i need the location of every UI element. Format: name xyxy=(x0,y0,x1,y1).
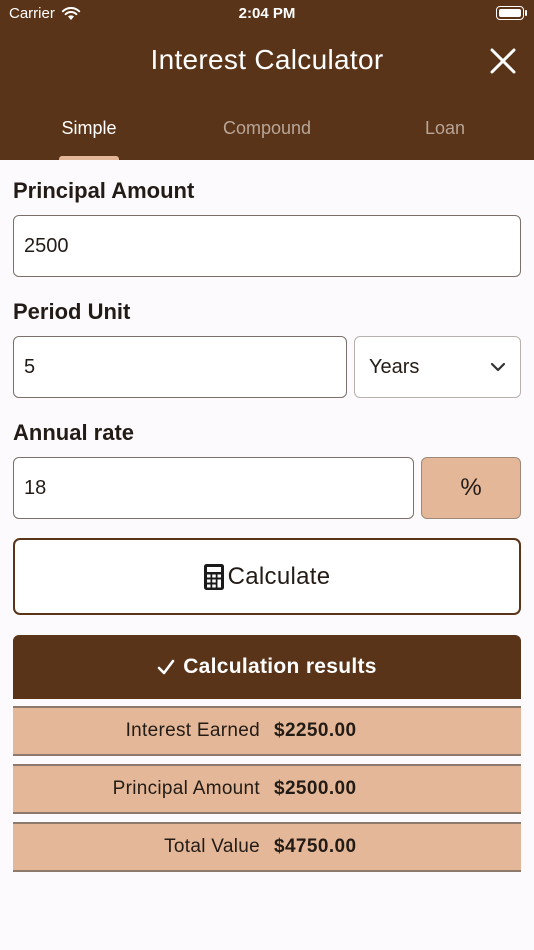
chevron-down-icon xyxy=(490,362,506,372)
page-title: Interest Calculator xyxy=(150,44,384,75)
rate-label: Annual rate xyxy=(13,420,135,445)
percent-button[interactable]: % xyxy=(421,457,521,519)
rate-input[interactable]: 18 xyxy=(13,457,414,519)
tab-loan[interactable]: Loan xyxy=(356,108,534,160)
tab-simple[interactable]: Simple xyxy=(0,108,178,160)
status-time: 2:04 PM xyxy=(238,5,296,22)
period-input[interactable]: 5 xyxy=(13,336,347,398)
period-unit-select[interactable]: Years xyxy=(354,336,521,398)
results-header: Calculation results xyxy=(13,635,521,699)
tab-bar: Simple Compound Loan xyxy=(0,108,534,160)
result-value: $4750.00 xyxy=(274,836,357,857)
calculator-icon xyxy=(203,563,224,590)
close-icon[interactable] xyxy=(488,46,518,76)
result-label: Principal Amount xyxy=(112,778,260,799)
battery-icon xyxy=(496,6,527,20)
result-value: $2250.00 xyxy=(274,720,357,741)
tab-compound[interactable]: Compound xyxy=(178,108,356,160)
results-title: Calculation results xyxy=(183,655,377,678)
period-unit-value: Years xyxy=(369,355,420,378)
result-value: $2500.00 xyxy=(274,778,357,799)
app-header: Carrier 2:04 PM Interest Calculator Simp… xyxy=(0,0,534,160)
checkmark-icon xyxy=(157,659,175,675)
calculate-label: Calculate xyxy=(227,562,331,590)
principal-label: Principal Amount xyxy=(13,178,195,203)
result-row-total: Total Value $4750.00 xyxy=(13,822,521,872)
result-row-principal: Principal Amount $2500.00 xyxy=(13,764,521,814)
status-bar: Carrier 2:04 PM xyxy=(0,0,534,28)
period-label: Period Unit xyxy=(13,299,131,324)
principal-input[interactable]: 2500 xyxy=(13,215,521,277)
calculate-button[interactable]: Calculate xyxy=(13,538,521,615)
result-label: Total Value xyxy=(164,836,260,857)
result-label: Interest Earned xyxy=(125,720,260,741)
result-row-interest: Interest Earned $2250.00 xyxy=(13,706,521,756)
